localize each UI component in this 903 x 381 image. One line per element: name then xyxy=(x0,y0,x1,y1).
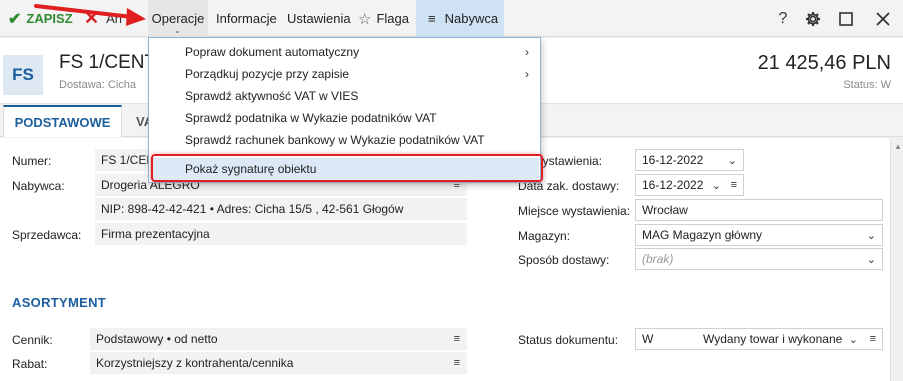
settings-label: Ustawienia xyxy=(287,11,351,26)
scroll-up-icon[interactable]: ▲ xyxy=(894,142,902,151)
check-icon: ✔ xyxy=(8,10,22,28)
operations-label: Operacje xyxy=(151,11,205,26)
sposob-select[interactable]: (brak) ⌄ xyxy=(635,248,883,270)
operations-menu-button[interactable]: Operacje ⌄ xyxy=(148,0,208,37)
sprzedawca-label: Sprzedawca: xyxy=(12,228,82,242)
settings-button[interactable]: Ustawienia xyxy=(287,0,351,37)
nabywca-label: Nabywca: xyxy=(12,179,65,193)
maximize-icon[interactable] xyxy=(834,0,858,37)
annotation-arrow-icon xyxy=(34,4,146,26)
menu-item-sprawdz-podatnika[interactable]: Sprawdź podatnika w Wykazie podatników V… xyxy=(150,107,539,129)
numer-field[interactable]: FS 1/CEN xyxy=(95,149,155,171)
close-icon[interactable] xyxy=(871,0,895,37)
menu-item-popraw-dokument[interactable]: Popraw dokument automatyczny › xyxy=(150,41,539,63)
menu-lines-icon[interactable]: ≡ xyxy=(731,179,737,191)
info-label: Informacje xyxy=(216,11,277,26)
flag-button[interactable]: ☆ Flaga xyxy=(358,0,409,37)
document-title: FS 1/CENT xyxy=(59,52,157,73)
sposob-label: Sposób dostawy: xyxy=(518,253,610,267)
hamburger-icon: ≡ xyxy=(428,11,436,26)
menu-item-porzadkuj-pozycje[interactable]: Porządkuj pozycje przy zapisie › xyxy=(150,63,539,85)
tab-basic[interactable]: PODSTAWOWE xyxy=(3,105,122,137)
nabywca-details: NIP: 898-42-42-421 • Adres: Cicha 15/5 ,… xyxy=(95,198,467,220)
menu-item-sprawdz-rachunek[interactable]: Sprawdź rachunek bankowy w Wykazie podat… xyxy=(150,129,539,151)
chevron-right-icon: › xyxy=(525,67,529,81)
document-subtitle: Dostawa: Cicha xyxy=(59,79,137,91)
rabat-label: Rabat: xyxy=(12,357,48,371)
magazyn-label: Magazyn: xyxy=(518,229,571,243)
gear-icon[interactable] xyxy=(801,0,825,37)
chevron-down-icon[interactable]: ⌄ xyxy=(728,154,737,167)
status-dokumentu-label: Status dokumentu: xyxy=(518,333,619,347)
info-button[interactable]: Informacje xyxy=(216,0,277,37)
menu-lines-icon[interactable]: ≡ xyxy=(454,333,460,345)
menu-lines-icon[interactable]: ≡ xyxy=(454,357,460,369)
status-dokumentu-select[interactable]: W Wydany towar i wykonane ⌄ ≡ xyxy=(635,328,883,350)
flag-label: Flaga xyxy=(376,11,409,26)
chevron-down-icon[interactable]: ⌄ xyxy=(849,333,858,346)
document-type-badge: FS xyxy=(3,55,43,95)
chevron-right-icon: › xyxy=(525,45,529,59)
cennik-field[interactable]: Podstawowy • od netto ≡ xyxy=(90,328,467,350)
cennik-label: Cennik: xyxy=(12,333,53,347)
numer-label: Numer: xyxy=(12,154,52,168)
chevron-down-icon[interactable]: ⌄ xyxy=(867,229,876,242)
menu-lines-icon[interactable]: ≡ xyxy=(870,333,876,345)
annotation-highlight-box xyxy=(151,154,543,182)
buyer-label: Nabywca xyxy=(444,11,499,26)
star-icon: ☆ xyxy=(358,10,372,28)
data-wystawienia-label: wystawienia: xyxy=(534,154,603,168)
miejsce-field[interactable]: Wrocław xyxy=(635,199,883,221)
help-icon[interactable]: ? xyxy=(771,0,795,37)
miejsce-label: Miejsce wystawienia: xyxy=(518,204,631,218)
chevron-down-icon[interactable]: ⌄ xyxy=(712,179,721,192)
rabat-field[interactable]: Korzystniejszy z kontrahenta/cennika ≡ xyxy=(90,352,467,374)
data-zak-field[interactable]: 16-12-2022 ⌄ ≡ xyxy=(635,174,744,196)
assortment-section-title: ASORTYMENT xyxy=(12,295,106,310)
document-status: Status: W xyxy=(843,79,891,91)
chevron-down-icon[interactable]: ⌄ xyxy=(867,253,876,266)
buyer-button[interactable]: ≡ Nabywca xyxy=(416,0,504,37)
data-wystawienia-field[interactable]: 16-12-2022 ⌄ xyxy=(635,149,744,171)
menu-item-sprawdz-vies[interactable]: Sprawdź aktywność VAT w VIES xyxy=(150,85,539,107)
sprzedawca-field[interactable]: Firma prezentacyjna xyxy=(95,223,467,245)
chevron-down-icon: ⌄ xyxy=(174,26,181,35)
vertical-scrollbar[interactable]: ▲ xyxy=(890,138,903,381)
magazyn-select[interactable]: MAG Magazyn główny ⌄ xyxy=(635,224,883,246)
document-amount: 21 425,46 PLN xyxy=(757,52,891,74)
